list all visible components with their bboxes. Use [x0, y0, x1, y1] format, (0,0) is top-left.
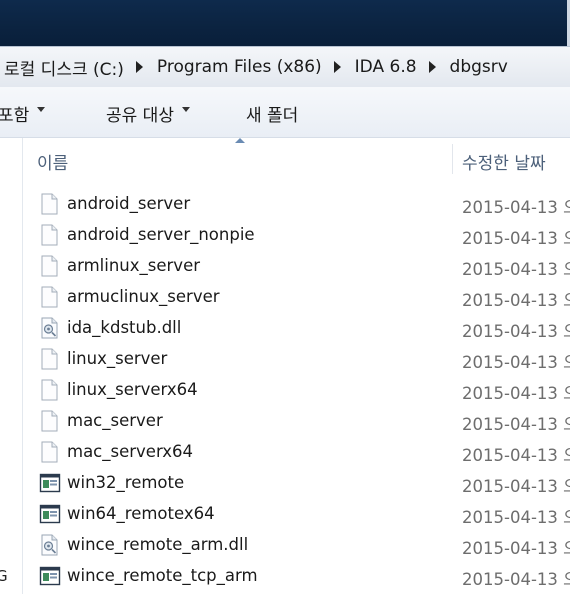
dll-file-icon	[39, 534, 59, 556]
column-header: 이름 수정한 날짜	[23, 138, 570, 182]
file-row[interactable]: wince_remote_tcp_arm 2015-04-13 오	[23, 561, 570, 592]
file-row[interactable]: android_server_nonpie 2015-04-13 오	[23, 220, 570, 251]
include-label: 포함	[0, 106, 30, 126]
file-row[interactable]: armuclinux_server 2015-04-13 오	[23, 282, 570, 313]
file-date-modified: 2015-04-13 오	[462, 446, 570, 465]
generic-file-icon	[39, 410, 59, 432]
file-row[interactable]: mac_serverx64 2015-04-13 오	[23, 437, 570, 468]
generic-file-icon	[39, 379, 59, 401]
breadcrumb-local-disk[interactable]: 로컬 디스크 (C:)	[0, 55, 128, 80]
file-date-modified: 2015-04-13 오	[462, 322, 570, 341]
breadcrumb-dbgsrv[interactable]: dbgsrv	[446, 57, 512, 77]
file-name: wince_remote_arm.dll	[67, 535, 249, 554]
file-date-modified: 2015-04-13 오	[462, 353, 570, 372]
column-divider[interactable]	[452, 144, 453, 174]
include-in-library-button[interactable]: 포함	[0, 101, 46, 126]
file-date-modified: 2015-04-13 오	[462, 260, 570, 279]
breadcrumb-program-files[interactable]: Program Files (x86)	[153, 57, 326, 77]
window-titlebar	[0, 0, 570, 46]
file-row[interactable]: win32_remote 2015-04-13 오	[23, 468, 570, 499]
file-name: win32_remote	[67, 473, 185, 492]
file-row[interactable]: wince_remote_arm.dll 2015-04-13 오	[23, 530, 570, 561]
file-name: win64_remotex64	[67, 504, 215, 523]
file-date-modified: 2015-04-13 오	[462, 570, 570, 589]
file-date-modified: 2015-04-13 오	[462, 539, 570, 558]
file-name: ida_kdstub.dll	[67, 318, 182, 337]
command-bar: 포함 공유 대상 새 폴더	[0, 87, 570, 138]
navigation-pane[interactable]: G	[0, 138, 23, 594]
file-name: armuclinux_server	[67, 287, 220, 306]
file-date-modified: 2015-04-13 오	[462, 229, 570, 248]
breadcrumb-ida[interactable]: IDA 6.8	[351, 57, 421, 77]
file-date-modified: 2015-04-13 오	[462, 384, 570, 403]
dropdown-arrow-icon	[37, 107, 46, 112]
dropdown-arrow-icon	[181, 107, 190, 112]
generic-file-icon	[39, 286, 59, 308]
file-row[interactable]: linux_server 2015-04-13 오	[23, 344, 570, 375]
address-bar[interactable]: 로컬 디스크 (C:) Program Files (x86) IDA 6.8 …	[0, 46, 570, 88]
breadcrumb: 로컬 디스크 (C:) Program Files (x86) IDA 6.8 …	[0, 55, 512, 80]
file-name: linux_server	[67, 349, 168, 368]
generic-file-icon	[39, 441, 59, 463]
file-row[interactable]: armlinux_server 2015-04-13 오	[23, 251, 570, 282]
column-header-date-modified[interactable]: 수정한 날짜	[462, 149, 546, 174]
file-row[interactable]: ida_kdstub.dll 2015-04-13 오	[23, 313, 570, 344]
file-list: android_server 2015-04-13 오 android_server…	[23, 189, 570, 592]
breadcrumb-separator-icon[interactable]	[135, 61, 143, 73]
new-folder-label: 새 폴더	[246, 106, 299, 126]
sort-ascending-icon	[235, 138, 245, 143]
file-date-modified: 2015-04-13 오	[462, 291, 570, 310]
file-date-modified: 2015-04-13 오	[462, 477, 570, 496]
file-name: linux_serverx64	[67, 380, 198, 399]
generic-file-icon	[39, 193, 59, 215]
file-row[interactable]: win64_remotex64 2015-04-13 오	[23, 499, 570, 530]
exe-file-icon	[39, 503, 61, 525]
navigation-pane-text-fragment: G	[0, 567, 8, 585]
breadcrumb-separator-icon[interactable]	[333, 61, 341, 73]
exe-file-icon	[39, 565, 61, 587]
file-name: mac_serverx64	[67, 442, 194, 461]
file-name: android_server_nonpie	[67, 225, 255, 244]
file-name: android_server	[67, 194, 191, 213]
file-date-modified: 2015-04-13 오	[462, 198, 570, 217]
file-row[interactable]: linux_serverx64 2015-04-13 오	[23, 375, 570, 406]
dll-file-icon	[39, 317, 59, 339]
generic-file-icon	[39, 348, 59, 370]
generic-file-icon	[39, 224, 59, 246]
file-row[interactable]: android_server 2015-04-13 오	[23, 189, 570, 220]
file-date-modified: 2015-04-13 오	[462, 508, 570, 527]
share-label: 공유 대상	[106, 106, 174, 126]
file-name: wince_remote_tcp_arm	[67, 566, 258, 585]
column-header-name[interactable]: 이름	[37, 149, 68, 174]
generic-file-icon	[39, 255, 59, 277]
file-date-modified: 2015-04-13 오	[462, 415, 570, 434]
share-with-button[interactable]: 공유 대상	[106, 101, 190, 126]
new-folder-button[interactable]: 새 폴더	[246, 101, 298, 126]
file-row[interactable]: mac_server 2015-04-13 오	[23, 406, 570, 437]
file-name: mac_server	[67, 411, 163, 430]
breadcrumb-separator-icon[interactable]	[428, 61, 436, 73]
exe-file-icon	[39, 472, 61, 494]
file-name: armlinux_server	[67, 256, 201, 275]
